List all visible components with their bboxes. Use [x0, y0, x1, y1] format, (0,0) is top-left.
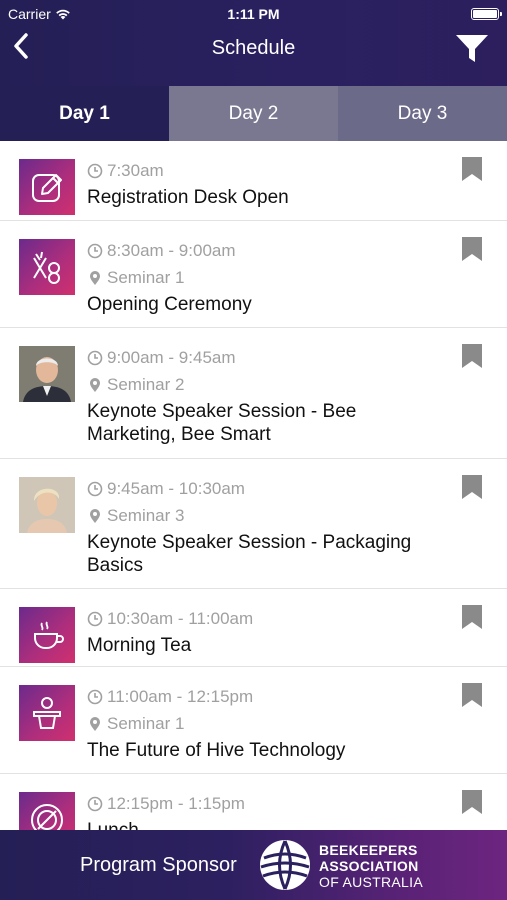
- speaker-photo: [19, 346, 75, 402]
- sponsor-label: Program Sponsor: [80, 854, 237, 876]
- session-time: 10:30am - 11:00am: [87, 605, 447, 632]
- podium-icon: [33, 697, 61, 729]
- bookmark-icon[interactable]: [461, 604, 483, 630]
- session-time: 7:30am: [87, 157, 447, 184]
- clock-icon: [87, 689, 103, 704]
- session-time: 9:00am - 9:45am: [87, 344, 447, 371]
- session-row[interactable]: 7:30am Registration Desk Open: [0, 141, 507, 221]
- speaker-photo: [19, 477, 75, 533]
- session-row[interactable]: 12:15pm - 1:15pm Lunch: [0, 774, 507, 830]
- tab-day-1[interactable]: Day 1: [0, 86, 169, 141]
- filter-icon: [456, 35, 488, 62]
- bookmark-icon[interactable]: [461, 343, 483, 369]
- clock-icon: [87, 481, 103, 496]
- session-row[interactable]: 8:30am - 9:00am Seminar 1 Opening Ceremo…: [0, 221, 507, 328]
- session-time: 8:30am - 9:00am: [87, 237, 447, 264]
- ceremony-icon: [33, 251, 60, 284]
- clock-icon: [87, 163, 103, 178]
- session-title: Morning Tea: [87, 635, 192, 656]
- clock-icon: [87, 796, 103, 811]
- clock-icon: [87, 350, 103, 365]
- status-bar: Carrier 1:11 PM: [0, 0, 507, 28]
- session-thumbnail: [19, 792, 75, 830]
- page-title: Schedule: [211, 37, 296, 59]
- session-thumbnail: [19, 159, 75, 215]
- filter-button[interactable]: [453, 32, 491, 66]
- status-time: 1:11 PM: [227, 6, 280, 22]
- clock-icon: [87, 243, 103, 258]
- bookmark-icon[interactable]: [461, 682, 483, 708]
- session-thumbnail: [19, 685, 75, 741]
- coffee-cup-icon: [34, 621, 64, 649]
- session-location: Seminar 3: [87, 502, 447, 529]
- session-time: 9:45am - 10:30am: [87, 475, 447, 502]
- speaker-portrait-image: [19, 346, 75, 402]
- bookmark-icon[interactable]: [461, 789, 483, 815]
- session-row[interactable]: 9:45am - 10:30am Seminar 3 Keynote Speak…: [0, 459, 507, 589]
- battery-icon: [471, 8, 502, 20]
- session-title: Opening Ceremony: [87, 294, 252, 315]
- session-location: Seminar 1: [87, 710, 447, 737]
- sponsor-banner[interactable]: Program Sponsor BEEKEEPERS ASSOCIATION O…: [0, 830, 507, 900]
- header: Carrier 1:11 PM Schedule: [0, 0, 507, 86]
- location-pin-icon: [90, 716, 100, 731]
- session-title: The Future of Hive Technology: [87, 740, 346, 761]
- session-location: Seminar 1: [87, 264, 447, 291]
- session-thumbnail: [19, 607, 75, 663]
- session-list: 7:30am Registration Desk Open 8:30am - 9…: [0, 141, 507, 830]
- bookmark-icon[interactable]: [461, 474, 483, 500]
- speaker-portrait-image: [19, 477, 75, 533]
- session-title: Keynote Speaker Session - Bee Marketing,…: [87, 401, 357, 445]
- location-pin-icon: [90, 270, 100, 285]
- location-pin-icon: [90, 508, 100, 523]
- session-title: Keynote Speaker Session - Packaging Basi…: [87, 532, 412, 576]
- session-time: 11:00am - 12:15pm: [87, 683, 447, 710]
- day-tabs: Day 1 Day 2 Day 3: [0, 86, 507, 141]
- tab-day-2[interactable]: Day 2: [169, 86, 338, 141]
- bookmark-icon[interactable]: [461, 236, 483, 262]
- location-pin-icon: [90, 377, 100, 392]
- session-row[interactable]: 9:00am - 9:45am Seminar 2 Keynote Speake…: [0, 328, 507, 459]
- session-row[interactable]: 10:30am - 11:00am Morning Tea: [0, 589, 507, 667]
- session-title: Lunch: [87, 819, 447, 830]
- session-location: Seminar 2: [87, 371, 447, 398]
- tab-day-3[interactable]: Day 3: [338, 86, 507, 141]
- session-title: Registration Desk Open: [87, 187, 289, 208]
- sponsor-logo-text: BEEKEEPERS ASSOCIATION OF AUSTRALIA: [319, 842, 423, 890]
- clock-icon: [87, 611, 103, 626]
- globe-logo-icon: [260, 840, 310, 890]
- session-thumbnail: [19, 239, 75, 295]
- bookmark-icon[interactable]: [461, 156, 483, 182]
- session-row[interactable]: 11:00am - 12:15pm Seminar 1 The Future o…: [0, 667, 507, 774]
- dining-icon: [31, 804, 63, 830]
- session-time: 12:15pm - 1:15pm: [87, 790, 447, 817]
- edit-icon: [32, 174, 62, 202]
